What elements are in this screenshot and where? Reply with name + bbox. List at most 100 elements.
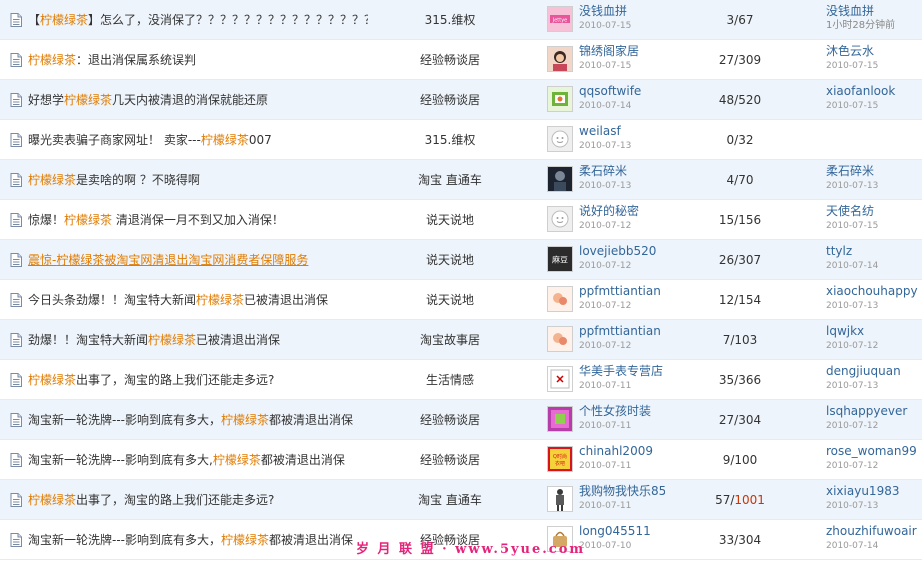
last-reply-time: 2010-07-14	[826, 541, 879, 551]
author-link[interactable]: 锦绣阁家居	[579, 43, 665, 59]
title-text: 好想学	[28, 93, 65, 107]
post-date: 2010-07-15	[579, 61, 632, 71]
document-icon	[10, 53, 22, 67]
keyword-highlight: 柠檬绿茶	[200, 133, 249, 147]
reply-view-count: 15/156	[680, 212, 800, 228]
last-reply-user-link[interactable]: ttylz	[826, 243, 922, 259]
table-row: 【柠檬绿茶】怎么了，没消保了？？？？？？？？？？？？？？？？ 315.维权 Jett…	[0, 0, 922, 40]
post-date: 2010-07-11	[579, 461, 632, 471]
author-link[interactable]: 柔石碎米	[579, 163, 665, 179]
forum-link[interactable]: 生活情感	[380, 372, 520, 388]
forum-link[interactable]: 说天说地	[380, 292, 520, 308]
title-text: 007	[248, 133, 272, 147]
document-icon	[10, 93, 22, 107]
thread-title-link[interactable]: 淘宝新一轮洗牌---影响到底有多大，柠檬绿茶都被清退出消保	[28, 532, 368, 548]
last-reply-user-link[interactable]: 沐色云水	[826, 43, 922, 59]
last-reply-user-link[interactable]: xiaofanlook	[826, 83, 922, 99]
title-text: 震惊-	[28, 253, 57, 267]
avatar[interactable]	[547, 206, 573, 232]
last-reply-user-link[interactable]: lsqhappyever	[826, 403, 922, 419]
last-reply-user-link[interactable]: xixiayu1983	[826, 483, 922, 499]
avatar[interactable]	[547, 326, 573, 352]
thread-title-link[interactable]: 淘宝新一轮洗牌---影响到底有多大，柠檬绿茶都被清退出消保	[28, 412, 368, 428]
view-count: 103	[734, 333, 758, 347]
post-date: 2010-07-12	[579, 221, 632, 231]
thread-title-link[interactable]: 震惊-柠檬绿茶被淘宝网清退出淘宝网消费者保障服务	[28, 252, 368, 268]
svg-text:衣吧: 衣吧	[555, 460, 565, 467]
title-text: 曝光卖表骗子商家网址！ 卖家---	[28, 133, 201, 147]
author-link[interactable]: 说好的秘密	[579, 203, 665, 219]
forum-link[interactable]: 经验畅谈居	[380, 92, 520, 108]
avatar[interactable]: Q时尚 衣吧	[547, 446, 573, 472]
forum-link[interactable]: 说天说地	[380, 252, 520, 268]
avatar[interactable]	[547, 86, 573, 112]
author-link[interactable]: lovejiebb520	[579, 243, 665, 259]
thread-title-link[interactable]: 惊爆！柠檬绿茶 清退消保一月不到又加入消保！	[28, 212, 368, 228]
keyword-highlight: 柠檬绿茶	[221, 413, 270, 427]
title-text: 出事了，淘宝的路上我们还能走多远?	[76, 373, 275, 387]
thread-title-link[interactable]: 淘宝新一轮洗牌---影响到底有多大,柠檬绿茶都被清退出消保	[28, 452, 368, 468]
keyword-highlight: 柠檬绿茶	[56, 253, 105, 267]
forum-link[interactable]: 淘宝故事居	[380, 332, 520, 348]
last-reply-user-link[interactable]: dengjiuquan	[826, 363, 922, 379]
thread-title-link[interactable]: 柠檬绿茶是卖啥的啊 ？不晓得啊	[28, 172, 368, 188]
avatar[interactable]: 麻豆	[547, 246, 573, 272]
thread-title-link[interactable]: 柠檬绿茶出事了，淘宝的路上我们还能走多远?	[28, 372, 368, 388]
last-reply-user-link[interactable]: zhouzhifuwoair	[826, 523, 922, 539]
document-icon	[10, 133, 22, 147]
forum-link[interactable]: 说天说地	[380, 212, 520, 228]
forum-link[interactable]: 315.维权	[380, 132, 520, 148]
forum-link[interactable]: 315.维权	[380, 12, 520, 28]
last-reply-user-link[interactable]: lqwjkx	[826, 323, 922, 339]
author-link[interactable]: weilasf	[579, 123, 665, 139]
forum-link[interactable]: 经验畅谈居	[380, 412, 520, 428]
table-row: 震惊-柠檬绿茶被淘宝网清退出淘宝网消费者保障服务 说天说地 麻豆 lovejiebb5…	[0, 240, 922, 280]
view-count: 520	[738, 93, 762, 107]
author-link[interactable]: 没钱血拼	[579, 3, 665, 19]
thread-title-link[interactable]: 【柠檬绿茶】怎么了，没消保了？？？？？？？？？？？？？？？？	[28, 12, 368, 28]
reply-view-count: 48/520	[680, 92, 800, 108]
post-date: 2010-07-11	[579, 381, 632, 391]
thread-title-link[interactable]: 今日头条劲爆！！淘宝特大新闻柠檬绿茶已被清退出消保	[28, 292, 368, 308]
title-text: ：退出消保属系统误判	[76, 53, 197, 67]
avatar[interactable]	[547, 366, 573, 392]
author-link[interactable]: 个性女孩时装	[579, 403, 665, 419]
forum-link[interactable]: 经验畅谈居	[380, 452, 520, 468]
author-link[interactable]: ppfmttiantian	[579, 283, 665, 299]
keyword-highlight: 柠檬绿茶	[40, 13, 89, 27]
author-link[interactable]: qqsoftwife	[579, 83, 665, 99]
avatar[interactable]	[547, 486, 573, 512]
forum-link[interactable]: 经验畅谈居	[380, 52, 520, 68]
author-link[interactable]: chinahl2009	[579, 443, 665, 459]
avatar[interactable]	[547, 46, 573, 72]
view-count: 309	[738, 53, 762, 67]
last-reply-user-link[interactable]: 没钱血拼	[826, 3, 922, 19]
avatar[interactable]	[547, 166, 573, 192]
last-reply-user-link[interactable]: xiaochouhappy	[826, 283, 922, 299]
document-icon	[10, 413, 22, 427]
forum-link[interactable]: 淘宝 直通车	[380, 172, 520, 188]
author-link[interactable]: ppfmttiantian	[579, 323, 665, 339]
reply-count: 15	[718, 213, 735, 227]
watermark: 岁 月 联 盟 · www.5yue.com	[356, 542, 586, 557]
author-link[interactable]: 我购物我快乐85	[579, 483, 665, 499]
thread-title-link[interactable]: 好想学柠檬绿茶几天内被清退的消保就能还原	[28, 92, 368, 108]
author-link[interactable]: 华美手表专营店	[579, 363, 665, 379]
avatar[interactable]	[547, 406, 573, 432]
thread-title-link[interactable]: 柠檬绿茶出事了，淘宝的路上我们还能走多远?	[28, 492, 368, 508]
author-link[interactable]: long045511	[579, 523, 665, 539]
avatar[interactable]	[547, 126, 573, 152]
table-row: 曝光卖表骗子商家网址！ 卖家---柠檬绿茶007 315.维权 weilasf 201…	[0, 120, 922, 160]
forum-link[interactable]: 淘宝 直通车	[380, 492, 520, 508]
last-reply-user-link[interactable]: rose_woman99	[826, 443, 922, 459]
thread-title-link[interactable]: 曝光卖表骗子商家网址！ 卖家---柠檬绿茶007	[28, 132, 368, 148]
avatar[interactable]	[547, 286, 573, 312]
thread-title-link[interactable]: 劲爆！！淘宝特大新闻柠檬绿茶已被清退出消保	[28, 332, 368, 348]
thread-title-link[interactable]: 柠檬绿茶：退出消保属系统误判	[28, 52, 368, 68]
last-reply-user-link[interactable]: 天使名纺	[826, 203, 922, 219]
title-text: 几天内被清退的消保就能还原	[112, 93, 269, 107]
avatar[interactable]: Jettye	[547, 6, 573, 32]
last-reply-user-link[interactable]: 柔石碎米	[826, 163, 922, 179]
title-text: 劲爆！！淘宝特大新闻	[28, 333, 149, 347]
document-icon	[10, 213, 22, 227]
